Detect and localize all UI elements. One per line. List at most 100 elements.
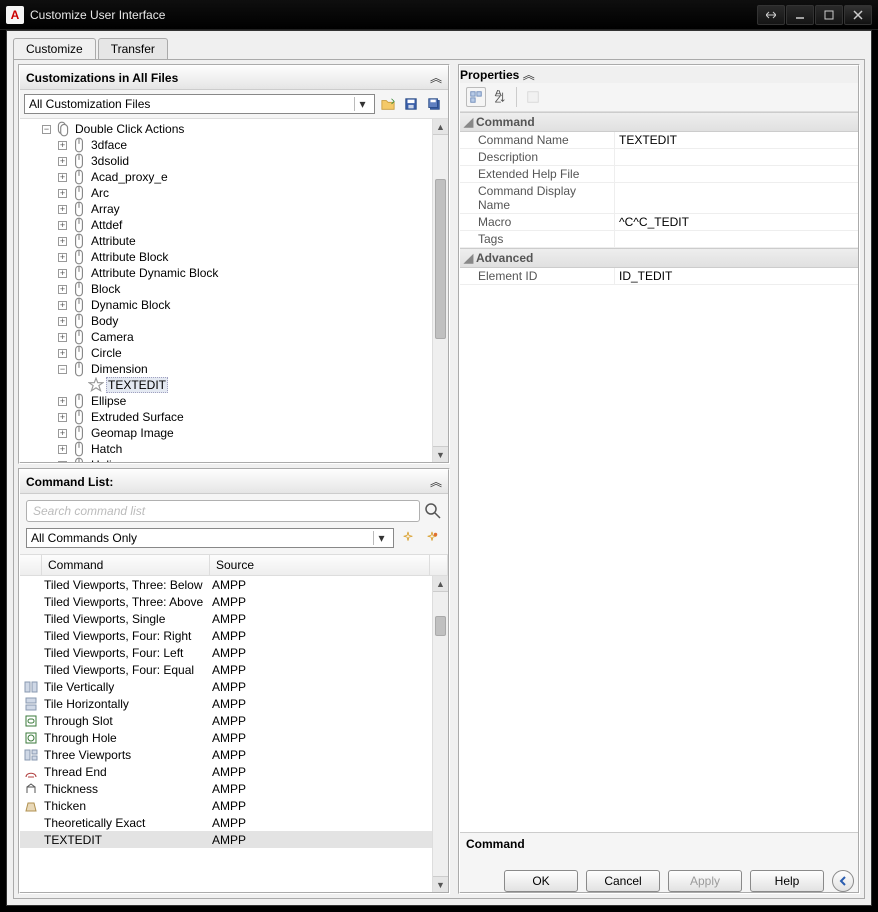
tree-node[interactable]: +Array <box>20 201 432 217</box>
tree-node[interactable]: +Helix <box>20 457 432 462</box>
prop-row[interactable]: Macro^C^C_TEDIT <box>460 214 858 231</box>
tree-node[interactable]: +Camera <box>20 329 432 345</box>
grid-header-command[interactable]: Command <box>42 555 210 575</box>
table-row[interactable]: Tiled Viewports, Three: AboveAMPP <box>20 593 448 610</box>
scroll-up-icon[interactable]: ▲ <box>433 576 448 592</box>
tab-transfer[interactable]: Transfer <box>98 38 168 59</box>
table-row[interactable]: Tile VerticallyAMPP <box>20 678 448 695</box>
properties-header[interactable]: Properties ︽ <box>460 66 858 83</box>
tree-node[interactable]: +3dsolid <box>20 153 432 169</box>
expand-icon[interactable]: + <box>58 397 67 406</box>
table-row[interactable]: ThicknessAMPP <box>20 780 448 797</box>
table-row[interactable]: Theoretically ExactAMPP <box>20 814 448 831</box>
maximize-button[interactable] <box>815 5 843 25</box>
prop-row[interactable]: Command NameTEXTEDIT <box>460 132 858 149</box>
tree-node[interactable]: +Attribute <box>20 233 432 249</box>
minimize-button[interactable] <box>786 5 814 25</box>
tab-customize[interactable]: Customize <box>13 38 96 59</box>
prop-row[interactable]: Element IDID_TEDIT <box>460 268 858 285</box>
command-filter-dropdown[interactable]: All Commands Only ▾ <box>26 528 394 548</box>
prop-row[interactable]: Command Display Name <box>460 183 858 214</box>
tree-node[interactable]: −Dimension <box>20 361 432 377</box>
table-row[interactable]: Through SlotAMPP <box>20 712 448 729</box>
alphabetical-view-button[interactable]: AZ <box>490 87 510 107</box>
collapse-icon[interactable]: − <box>42 125 51 134</box>
table-row[interactable]: Through HoleAMPP <box>20 729 448 746</box>
expand-icon[interactable]: + <box>58 237 67 246</box>
expand-icon[interactable]: + <box>58 173 67 182</box>
tree-node[interactable]: +Geomap Image <box>20 425 432 441</box>
tree-node[interactable]: TEXTEDIT <box>20 377 432 393</box>
expand-icon[interactable]: + <box>58 317 67 326</box>
expand-icon[interactable]: + <box>58 253 67 262</box>
expand-icon[interactable]: + <box>58 301 67 310</box>
new-command-star-button[interactable] <box>422 528 442 548</box>
table-row[interactable]: TEXTEDITAMPP <box>20 831 448 848</box>
expand-icon[interactable]: + <box>58 349 67 358</box>
ok-button[interactable]: OK <box>504 870 578 892</box>
expand-icon[interactable]: + <box>58 413 67 422</box>
customizations-header[interactable]: Customizations in All Files ︽ <box>20 66 448 90</box>
customizations-tree[interactable]: −Double Click Actions+3dface+3dsolid+Aca… <box>20 119 432 462</box>
collapse-icon[interactable]: − <box>58 365 67 374</box>
table-row[interactable]: Tiled Viewports, Three: BelowAMPP <box>20 576 448 593</box>
tree-node[interactable]: +Extruded Surface <box>20 409 432 425</box>
expand-icon[interactable]: + <box>58 189 67 198</box>
tree-node[interactable]: +3dface <box>20 137 432 153</box>
save-button[interactable] <box>401 94 421 114</box>
search-input[interactable]: Search command list <box>26 500 420 522</box>
property-page-button[interactable] <box>523 87 543 107</box>
tree-node[interactable]: +Ellipse <box>20 393 432 409</box>
scroll-down-icon[interactable]: ▼ <box>433 446 448 462</box>
grid-header-source[interactable]: Source <box>210 555 430 575</box>
scroll-thumb[interactable] <box>435 616 446 636</box>
expand-icon[interactable]: + <box>58 333 67 342</box>
category-command[interactable]: ◢Command <box>460 112 858 132</box>
prop-row[interactable]: Tags <box>460 231 858 248</box>
table-row[interactable]: Three ViewportsAMPP <box>20 746 448 763</box>
tree-node[interactable]: −Double Click Actions <box>20 121 432 137</box>
table-row[interactable]: Tile HorizontallyAMPP <box>20 695 448 712</box>
properties-grid[interactable]: ◢Command Command NameTEXTEDIT Descriptio… <box>460 112 858 832</box>
tree-node[interactable]: +Block <box>20 281 432 297</box>
scroll-down-icon[interactable]: ▼ <box>433 876 448 892</box>
tree-node[interactable]: +Hatch <box>20 441 432 457</box>
categorized-view-button[interactable] <box>466 87 486 107</box>
command-list-header[interactable]: Command List: ︽ <box>20 470 448 494</box>
table-row[interactable]: Tiled Viewports, Four: RightAMPP <box>20 627 448 644</box>
expand-icon[interactable]: + <box>58 205 67 214</box>
prop-row[interactable]: Description <box>460 149 858 166</box>
table-row[interactable]: Tiled Viewports, Four: EqualAMPP <box>20 661 448 678</box>
expand-icon[interactable]: + <box>58 285 67 294</box>
open-file-button[interactable] <box>378 94 398 114</box>
resize-button[interactable] <box>757 5 785 25</box>
tree-node[interactable]: +Acad_proxy_e <box>20 169 432 185</box>
expand-icon[interactable]: + <box>58 445 67 454</box>
tree-node[interactable]: +Attribute Block <box>20 249 432 265</box>
tree-node[interactable]: +Dynamic Block <box>20 297 432 313</box>
tree-node[interactable]: +Circle <box>20 345 432 361</box>
apply-button[interactable]: Apply <box>668 870 742 892</box>
expand-icon[interactable]: + <box>58 269 67 278</box>
scroll-up-icon[interactable]: ▲ <box>433 119 448 135</box>
tree-scrollbar[interactable]: ▲ ▼ <box>432 119 448 462</box>
table-row[interactable]: Thread EndAMPP <box>20 763 448 780</box>
category-advanced[interactable]: ◢Advanced <box>460 248 858 268</box>
command-grid[interactable]: Tiled Viewports, Three: BelowAMPPTiled V… <box>20 576 448 892</box>
expand-icon[interactable]: + <box>58 141 67 150</box>
help-button[interactable]: Help <box>750 870 824 892</box>
search-icon[interactable] <box>424 502 442 520</box>
new-command-button[interactable] <box>398 528 418 548</box>
table-row[interactable]: Tiled Viewports, Four: LeftAMPP <box>20 644 448 661</box>
tree-node[interactable]: +Attdef <box>20 217 432 233</box>
table-row[interactable]: Tiled Viewports, SingleAMPP <box>20 610 448 627</box>
save-all-button[interactable] <box>424 94 444 114</box>
cancel-button[interactable]: Cancel <box>586 870 660 892</box>
expand-icon[interactable]: + <box>58 461 67 463</box>
tree-node[interactable]: +Arc <box>20 185 432 201</box>
close-button[interactable] <box>844 5 872 25</box>
tree-node[interactable]: +Attribute Dynamic Block <box>20 265 432 281</box>
scroll-thumb[interactable] <box>435 179 446 339</box>
expand-button[interactable] <box>832 870 854 892</box>
prop-row[interactable]: Extended Help File <box>460 166 858 183</box>
